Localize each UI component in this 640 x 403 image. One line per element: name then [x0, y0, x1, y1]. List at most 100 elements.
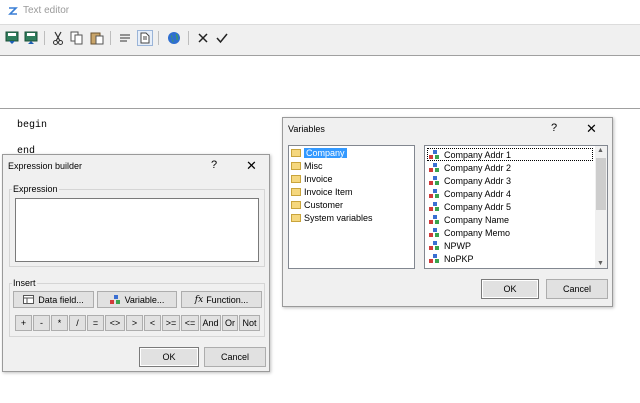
ok-button[interactable]: OK [139, 347, 199, 367]
operator-divide-button[interactable]: / [69, 315, 86, 331]
function-icon: fx [194, 294, 204, 305]
variable-icon [429, 189, 439, 198]
operator-less-equal-button[interactable]: <= [181, 315, 199, 331]
help-button[interactable]: ? [211, 159, 217, 171]
page-button[interactable] [137, 30, 153, 46]
save-down-icon [5, 31, 19, 44]
paste-button[interactable] [89, 30, 105, 46]
folder-icon [291, 213, 301, 222]
variable-label: NPWP [444, 240, 471, 251]
variable-item[interactable]: Company Memo [427, 226, 593, 239]
category-list[interactable]: Company Misc Invoice Invoice Item Custom… [288, 145, 415, 269]
variable-icon [109, 294, 120, 304]
operator-greater-button[interactable]: > [126, 315, 143, 331]
copy-button[interactable] [69, 30, 85, 46]
variable-item[interactable]: NPWP [427, 239, 593, 252]
cancel-button[interactable] [195, 30, 211, 46]
variable-item[interactable]: Company Addr 1 [427, 148, 593, 161]
variable-item[interactable]: Company Name [427, 213, 593, 226]
toolbar-separator [188, 31, 189, 45]
variable-label: Company Addr 2 [444, 162, 512, 173]
variable-label: NoPKP [444, 253, 474, 264]
variable-icon [429, 150, 439, 159]
copy-icon [70, 31, 83, 45]
dialog-title: Expression builder [8, 161, 83, 171]
scroll-up-icon[interactable]: ▲ [597, 147, 604, 154]
category-item[interactable]: Company [289, 146, 414, 159]
variable-icon [429, 202, 439, 211]
folder-icon [291, 161, 301, 170]
scissors-icon [53, 31, 63, 45]
check-icon [216, 33, 228, 44]
category-label: Invoice [304, 173, 333, 184]
category-item[interactable]: System variables [289, 211, 414, 224]
variable-item[interactable]: Company Addr 2 [427, 161, 593, 174]
operator-greater-equal-button[interactable]: >= [162, 315, 180, 331]
category-label: Invoice Item [304, 186, 353, 197]
cancel-button[interactable]: Cancel [546, 279, 608, 299]
save-up-button[interactable] [23, 30, 39, 46]
paste-icon [90, 32, 104, 45]
variable-list[interactable]: Company Addr 1 Company Addr 2 Company Ad… [424, 145, 608, 269]
expression-builder-dialog: Expression builder ? ✕ Expression Insert… [2, 154, 270, 372]
close-button[interactable]: ✕ [586, 121, 597, 137]
category-item[interactable]: Invoice Item [289, 185, 414, 198]
category-item[interactable]: Invoice [289, 172, 414, 185]
operator-multiply-button[interactable]: * [51, 315, 68, 331]
ok-button[interactable] [214, 30, 230, 46]
variable-item[interactable]: Company Addr 3 [427, 174, 593, 187]
operator-not-equal-button[interactable]: <> [105, 315, 125, 331]
operator-minus-button[interactable]: - [33, 315, 50, 331]
cancel-button[interactable]: Cancel [204, 347, 266, 367]
globe-icon [168, 32, 180, 44]
function-button[interactable]: fx Function... [181, 291, 262, 308]
operator-and-button[interactable]: And [200, 315, 221, 331]
scrollbar-thumb[interactable] [596, 158, 606, 210]
category-label: System variables [304, 212, 373, 223]
table-icon [23, 295, 35, 304]
help-button[interactable]: ? [551, 122, 557, 134]
folder-icon [291, 174, 301, 183]
scrollbar[interactable]: ▲ ▼ [595, 146, 607, 268]
cut-button[interactable] [50, 30, 66, 46]
save-down-button[interactable] [4, 30, 20, 46]
app-icon [8, 7, 18, 15]
category-label: Misc [304, 160, 323, 171]
variable-item[interactable]: Company Addr 4 [427, 187, 593, 200]
insert-label: Insert [12, 278, 37, 288]
operator-plus-button[interactable]: + [15, 315, 32, 331]
globe-button[interactable] [166, 30, 182, 46]
operator-or-button[interactable]: Or [222, 315, 238, 331]
expression-builder-titlebar: Expression builder ? ✕ [3, 155, 269, 179]
variable-icon [429, 215, 439, 224]
align-button[interactable] [117, 30, 133, 46]
text-lines-icon [120, 34, 130, 42]
dialog-title: Variables [288, 124, 325, 134]
variables-dialog: Variables ? ✕ Company Misc Invoice Invoi… [282, 117, 613, 307]
expression-textarea[interactable] [15, 198, 259, 262]
toolbar-separator [44, 31, 45, 45]
variables-titlebar: Variables ? ✕ [283, 118, 612, 142]
category-item[interactable]: Misc [289, 159, 414, 172]
data-field-button[interactable]: Data field... [13, 291, 94, 308]
variable-icon [429, 241, 439, 250]
operator-less-button[interactable]: < [144, 315, 161, 331]
close-button[interactable]: ✕ [246, 158, 257, 174]
toolbar [0, 24, 640, 56]
variable-item[interactable]: Company Addr 5 [427, 200, 593, 213]
function-label: Function... [206, 294, 249, 305]
variable-button[interactable]: Variable... [97, 291, 177, 308]
operator-equal-button[interactable]: = [87, 315, 104, 331]
page-icon [140, 32, 150, 44]
category-label: Company [304, 147, 347, 158]
ok-button[interactable]: OK [481, 279, 539, 299]
variable-icon [429, 254, 439, 263]
scroll-down-icon[interactable]: ▼ [597, 260, 604, 267]
toolbar-separator [110, 31, 111, 45]
category-item[interactable]: Customer [289, 198, 414, 211]
operator-not-button[interactable]: Not [239, 315, 260, 331]
variable-label: Company Addr 4 [444, 188, 512, 199]
toolbar-separator [158, 31, 159, 45]
cross-icon [198, 33, 208, 43]
variable-item[interactable]: NoPKP [427, 252, 593, 265]
